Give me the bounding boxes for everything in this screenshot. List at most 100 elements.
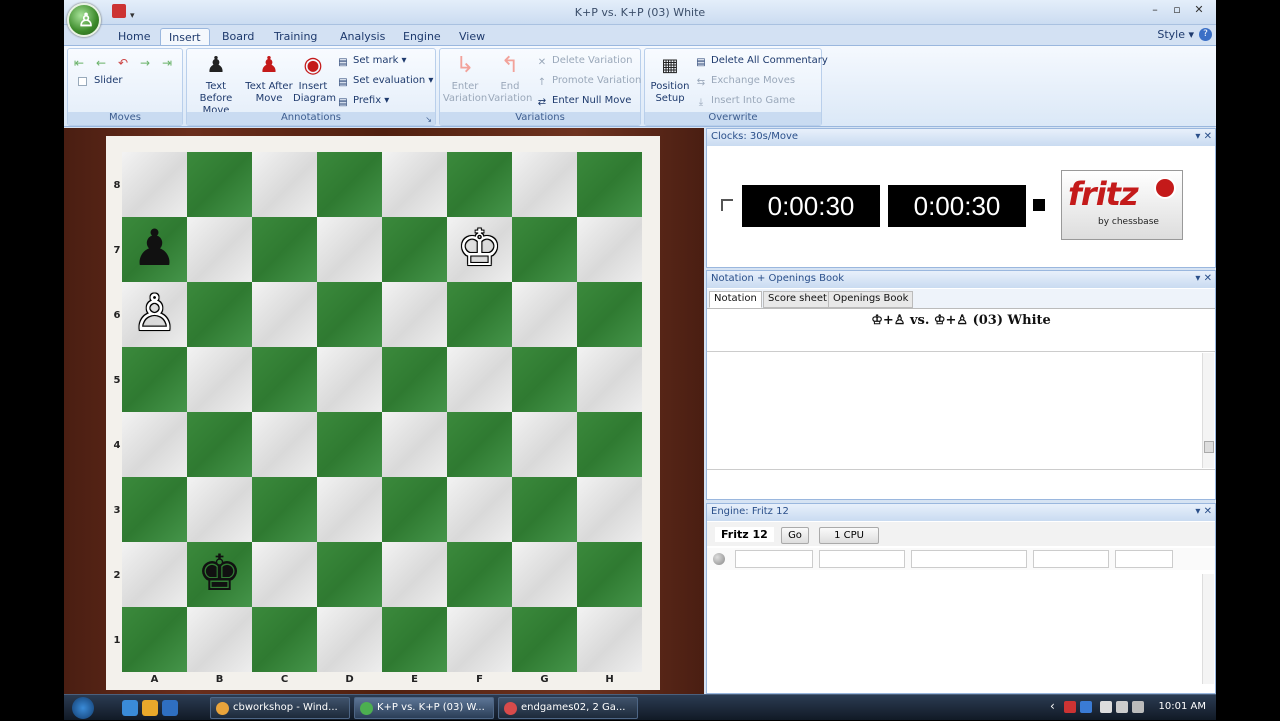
tab-insert[interactable]: Insert — [160, 28, 210, 46]
square-a8[interactable] — [122, 152, 187, 217]
square-d6[interactable] — [317, 282, 382, 347]
start-button[interactable] — [72, 697, 94, 719]
square-f3[interactable] — [447, 477, 512, 542]
taskbar-task[interactable]: endgames02, 2 Ga... — [498, 697, 638, 719]
panel-controls[interactable]: ▾ ✕ — [1195, 506, 1212, 517]
square-g1[interactable] — [512, 607, 577, 672]
square-f8[interactable] — [447, 152, 512, 217]
last-move-icon[interactable]: ⇥ — [162, 57, 178, 69]
square-e8[interactable] — [382, 152, 447, 217]
go-button[interactable]: Go — [781, 527, 809, 544]
square-f1[interactable] — [447, 607, 512, 672]
square-b8[interactable] — [187, 152, 252, 217]
square-c4[interactable] — [252, 412, 317, 477]
square-a5[interactable] — [122, 347, 187, 412]
square-b3[interactable] — [187, 477, 252, 542]
engine-scrollbar[interactable] — [1202, 574, 1214, 684]
white-pawn-a6[interactable]: ♙ — [122, 282, 187, 347]
help-icon[interactable]: ? — [1199, 28, 1212, 41]
style-menu[interactable]: Style ▾ — [1157, 28, 1194, 41]
square-a4[interactable] — [122, 412, 187, 477]
tab-notation[interactable]: Notation — [709, 291, 762, 308]
square-g3[interactable] — [512, 477, 577, 542]
delete-variation-button[interactable]: ✕ Delete Variation — [536, 55, 633, 71]
tab-board[interactable]: Board — [214, 28, 262, 46]
tab-training[interactable]: Training — [266, 28, 325, 46]
square-d7[interactable] — [317, 217, 382, 282]
app-menu-button[interactable]: ♙ — [67, 3, 101, 37]
square-e2[interactable] — [382, 542, 447, 607]
white-king-f7[interactable]: ♔ — [447, 217, 512, 282]
dialog-launcher-icon[interactable]: ↘ — [425, 115, 432, 124]
tray-volume-icon[interactable] — [1116, 701, 1128, 713]
notation-scrollbar[interactable] — [1202, 353, 1214, 468]
square-d5[interactable] — [317, 347, 382, 412]
square-g5[interactable] — [512, 347, 577, 412]
panel-controls[interactable]: ▾ ✕ — [1195, 131, 1212, 142]
tray-device-icon[interactable] — [1100, 701, 1112, 713]
cpu-button[interactable]: 1 CPU — [819, 527, 879, 544]
square-g4[interactable] — [512, 412, 577, 477]
square-a1[interactable] — [122, 607, 187, 672]
square-c1[interactable] — [252, 607, 317, 672]
square-e5[interactable] — [382, 347, 447, 412]
promote-variation-button[interactable]: ↑ Promote Variation — [536, 75, 642, 91]
square-f5[interactable] — [447, 347, 512, 412]
taskbar-task[interactable]: K+P vs. K+P (03) W... — [354, 697, 494, 719]
taskbar-task[interactable]: cbworkshop - Wind... — [210, 697, 350, 719]
tab-analysis[interactable]: Analysis — [332, 28, 393, 46]
previous-move-icon[interactable]: ← — [96, 57, 112, 69]
square-c3[interactable] — [252, 477, 317, 542]
close-button[interactable]: ✕ — [1188, 3, 1210, 16]
black-king-b2[interactable]: ♚ — [187, 542, 252, 607]
tray-network-icon[interactable] — [1080, 701, 1092, 713]
media-icon[interactable] — [142, 700, 158, 716]
square-f2[interactable] — [447, 542, 512, 607]
first-move-icon[interactable]: ⇤ — [74, 57, 90, 69]
square-e3[interactable] — [382, 477, 447, 542]
set-evaluation-button[interactable]: ▤ Set evaluation ▾ — [337, 75, 433, 91]
square-a3[interactable] — [122, 477, 187, 542]
insert-diagram-button[interactable]: ◉ Insert Diagram — [293, 53, 336, 105]
tab-view[interactable]: View — [451, 28, 493, 46]
square-e4[interactable] — [382, 412, 447, 477]
insert-into-game-button[interactable]: ⤓ Insert Into Game — [695, 95, 795, 111]
enter-null-move-button[interactable]: ⇄ Enter Null Move — [536, 95, 632, 111]
tab-score-sheet[interactable]: Score sheet — [763, 291, 832, 308]
square-b1[interactable] — [187, 607, 252, 672]
square-h3[interactable] — [577, 477, 642, 542]
square-h8[interactable] — [577, 152, 642, 217]
tab-openings-book[interactable]: Openings Book — [828, 291, 914, 308]
square-h1[interactable] — [577, 607, 642, 672]
end-variation-button[interactable]: ↰ End Variation — [488, 53, 532, 105]
next-move-icon[interactable]: → — [140, 57, 156, 69]
delete-all-commentary-button[interactable]: ▤ Delete All Commentary — [695, 55, 828, 71]
scroll-thumb[interactable] — [1204, 441, 1214, 453]
square-d3[interactable] — [317, 477, 382, 542]
square-e6[interactable] — [382, 282, 447, 347]
square-a2[interactable] — [122, 542, 187, 607]
square-b6[interactable] — [187, 282, 252, 347]
tab-engine[interactable]: Engine — [395, 28, 449, 46]
prefix-button[interactable]: ▤ Prefix ▾ — [337, 95, 389, 111]
square-g6[interactable] — [512, 282, 577, 347]
black-pawn-a7[interactable]: ♟ — [122, 217, 187, 282]
square-c6[interactable] — [252, 282, 317, 347]
tab-home[interactable]: Home — [110, 28, 158, 46]
square-b7[interactable] — [187, 217, 252, 282]
enter-variation-button[interactable]: ↳ Enter Variation — [442, 53, 488, 105]
square-b4[interactable] — [187, 412, 252, 477]
square-c5[interactable] — [252, 347, 317, 412]
exchange-moves-button[interactable]: ⇆ Exchange Moves — [695, 75, 795, 91]
take-back-icon[interactable]: ↶ — [118, 57, 134, 69]
slider-checkbox[interactable] — [78, 77, 87, 86]
text-after-move-button[interactable]: ♟ Text After Move — [244, 53, 294, 105]
text-before-move-button[interactable]: ♟ Text Before Move — [189, 53, 243, 117]
square-c2[interactable] — [252, 542, 317, 607]
square-d1[interactable] — [317, 607, 382, 672]
square-b5[interactable] — [187, 347, 252, 412]
tray-app-icon[interactable] — [1064, 701, 1076, 713]
square-h7[interactable] — [577, 217, 642, 282]
square-c8[interactable] — [252, 152, 317, 217]
set-mark-button[interactable]: ▤ Set mark ▾ — [337, 55, 406, 71]
